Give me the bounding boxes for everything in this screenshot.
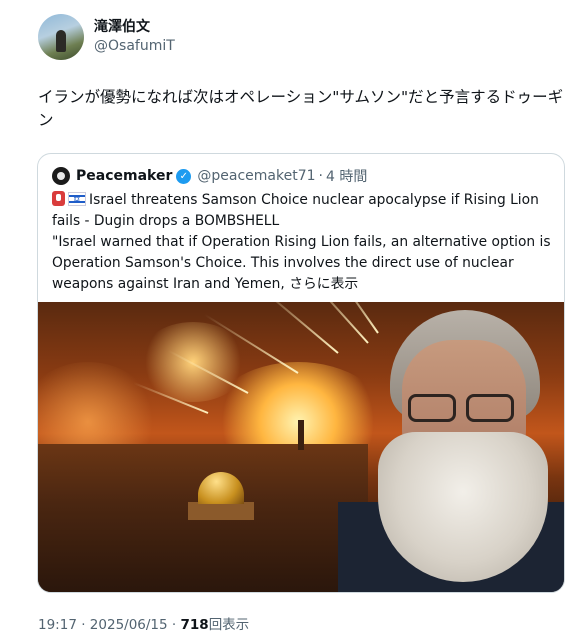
author-handle[interactable]: @OsafumiT (94, 38, 175, 54)
israel-flag-icon (68, 192, 86, 207)
author-display-name[interactable]: 滝澤伯文 (94, 16, 150, 36)
siren-icon (52, 191, 65, 206)
portrait-figure (338, 302, 564, 592)
quoted-handle[interactable]: @peacemaket71 (197, 168, 315, 184)
meta-separator: · (81, 617, 86, 633)
show-more-link[interactable]: さらに表示 (289, 276, 358, 292)
quoted-header: Peacemaker ✓ @peacemaket71 · 4 時間 (52, 166, 367, 186)
quoted-separator: · (318, 168, 323, 184)
quoted-display-name[interactable]: Peacemaker (76, 168, 172, 184)
quoted-media-image[interactable] (38, 302, 564, 592)
author-avatar[interactable] (38, 14, 84, 60)
tweet-meta: 19:17 · 2025/06/15 · 718回表示 (38, 613, 249, 633)
views-count: 718 (180, 617, 209, 633)
quoted-avatar[interactable] (52, 167, 70, 185)
minaret (298, 420, 304, 450)
tweet-time[interactable]: 19:17 (38, 617, 77, 633)
meta-separator: · (171, 617, 177, 633)
quoted-tweet-card[interactable]: Peacemaker ✓ @peacemaket71 · 4 時間 Israel… (37, 153, 565, 593)
quoted-text: Israel threatens Samson Choice nuclear a… (52, 190, 557, 295)
quoted-text-line1: Israel threatens Samson Choice nuclear a… (52, 192, 539, 229)
tweet-text: イランが優勢になれば次はオペレーション"サムソン"だと予言するドゥーギン (38, 88, 564, 129)
views-label: 回表示 (208, 617, 250, 633)
quoted-timestamp[interactable]: 4 時間 (326, 166, 367, 186)
verified-badge-icon: ✓ (176, 168, 192, 184)
tweet-date[interactable]: 2025/06/15 (90, 617, 168, 633)
